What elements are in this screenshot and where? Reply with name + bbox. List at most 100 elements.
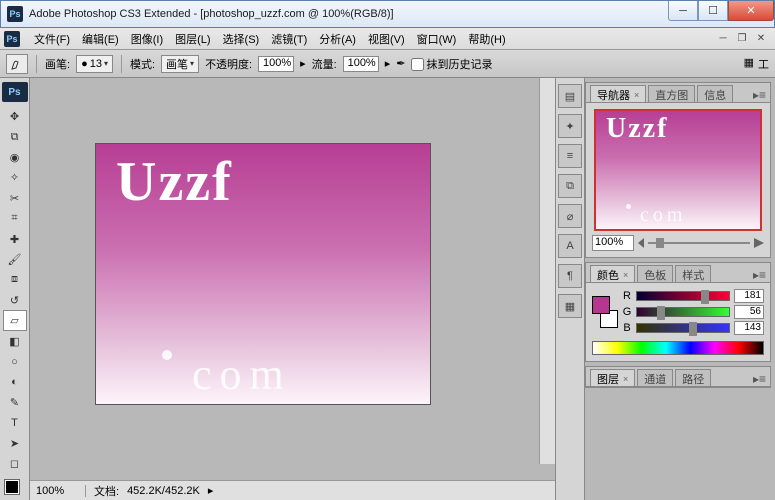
b-label: B bbox=[622, 322, 632, 334]
tab-paths[interactable]: 路径 bbox=[675, 369, 711, 386]
g-value[interactable]: 56 bbox=[734, 305, 764, 319]
brush-preset-dropdown[interactable]: ●13▾ bbox=[76, 55, 113, 73]
dock-btn-channels[interactable]: ⧉ bbox=[558, 174, 582, 198]
collapsed-dock: ▤ ✦ ≡ ⧉ ⌀ A ¶ ▦ bbox=[555, 78, 585, 500]
status-flyout-icon[interactable]: ▸ bbox=[208, 484, 214, 497]
menu-file[interactable]: 文件(F) bbox=[28, 28, 76, 50]
r-value[interactable]: 181 bbox=[734, 289, 764, 303]
navigator-zoom-slider[interactable] bbox=[648, 236, 750, 250]
opacity-flyout[interactable]: ▸ bbox=[300, 57, 306, 70]
eraser-tool[interactable]: ▱ bbox=[3, 310, 27, 331]
menu-filter[interactable]: 滤镜(T) bbox=[265, 28, 313, 50]
move-tool[interactable]: ✥ bbox=[3, 106, 27, 126]
tab-info[interactable]: 信息 bbox=[697, 85, 733, 102]
color-foreground-background[interactable] bbox=[592, 296, 618, 328]
child-restore-button[interactable]: ❐ bbox=[734, 32, 750, 46]
airbrush-icon[interactable]: ✒ bbox=[396, 57, 405, 70]
menu-layer[interactable]: 图层(L) bbox=[169, 28, 216, 50]
minimize-button[interactable]: ─ bbox=[668, 1, 698, 21]
tab-styles[interactable]: 样式 bbox=[675, 265, 711, 282]
zoom-out-icon[interactable] bbox=[638, 238, 644, 248]
r-label: R bbox=[622, 290, 632, 302]
canvas-viewport[interactable]: Uzzf com bbox=[30, 78, 555, 480]
gradient-tool[interactable]: ◧ bbox=[3, 331, 27, 351]
blur-tool[interactable]: ○ bbox=[3, 351, 27, 371]
color-spectrum[interactable] bbox=[592, 341, 764, 355]
color-menu-icon[interactable]: ▸≡ bbox=[753, 268, 770, 282]
maximize-button[interactable]: ☐ bbox=[698, 1, 728, 21]
opacity-input[interactable]: 100% bbox=[258, 56, 294, 72]
erase-history-checkbox[interactable]: 抹到历史记录 bbox=[411, 56, 492, 72]
g-label: G bbox=[622, 306, 632, 318]
toolbox: Ps ✥ ⧉ ◉ ✧ ✂ ⌗ ✚ 🖌 ⧈ ↺ ▱ ◧ ○ ◐ ✎ T ➤ ◻ bbox=[0, 78, 30, 500]
dodge-tool[interactable]: ◐ bbox=[3, 372, 27, 392]
dock-btn-para[interactable]: ¶ bbox=[558, 264, 582, 288]
lasso-tool[interactable]: ◉ bbox=[3, 147, 27, 167]
menu-analysis[interactable]: 分析(A) bbox=[313, 28, 362, 50]
mode-label: 模式: bbox=[130, 56, 155, 72]
tab-swatches[interactable]: 色板 bbox=[637, 265, 673, 282]
menu-help[interactable]: 帮助(H) bbox=[462, 28, 511, 50]
mode-dropdown[interactable]: 画笔▾ bbox=[161, 55, 199, 73]
pen-tool[interactable]: ✎ bbox=[3, 392, 27, 412]
layers-menu-icon[interactable]: ▸≡ bbox=[753, 372, 770, 386]
child-minimize-button[interactable]: ─ bbox=[715, 32, 731, 46]
canvas-dot bbox=[162, 350, 172, 360]
tab-layers[interactable]: 图层× bbox=[590, 369, 635, 386]
zoom-in-icon[interactable] bbox=[754, 238, 764, 248]
menu-image[interactable]: 图像(I) bbox=[125, 28, 169, 50]
tab-histogram[interactable]: 直方图 bbox=[648, 85, 695, 102]
tab-channels[interactable]: 通道 bbox=[637, 369, 673, 386]
flow-flyout[interactable]: ▸ bbox=[385, 57, 391, 70]
app-menu-icon[interactable]: Ps bbox=[4, 31, 20, 47]
color-swatches[interactable] bbox=[3, 478, 27, 500]
b-slider[interactable] bbox=[636, 323, 730, 333]
canvas[interactable]: Uzzf com bbox=[95, 143, 431, 405]
navigator-zoom-input[interactable]: 100% bbox=[592, 235, 634, 251]
marquee-tool[interactable]: ⧉ bbox=[3, 127, 27, 147]
crop-tool[interactable]: ✂ bbox=[3, 188, 27, 208]
menu-select[interactable]: 选择(S) bbox=[217, 28, 266, 50]
r-slider[interactable] bbox=[636, 291, 730, 301]
close-button[interactable]: ✕ bbox=[728, 1, 774, 21]
stamp-tool[interactable]: ⧈ bbox=[3, 270, 27, 290]
child-close-button[interactable]: ✕ bbox=[753, 32, 769, 46]
b-value[interactable]: 143 bbox=[734, 321, 764, 335]
dock-btn-text[interactable]: A bbox=[558, 234, 582, 258]
menu-bar: Ps 文件(F) 编辑(E) 图像(I) 图层(L) 选择(S) 滤镜(T) 分… bbox=[0, 28, 775, 50]
wand-tool[interactable]: ✧ bbox=[3, 168, 27, 188]
canvas-text-1: Uzzf bbox=[116, 150, 233, 214]
menu-view[interactable]: 视图(V) bbox=[362, 28, 411, 50]
shape-tool[interactable]: ◻ bbox=[3, 453, 27, 473]
dock-btn-misc[interactable]: ▦ bbox=[558, 294, 582, 318]
menu-edit[interactable]: 编辑(E) bbox=[76, 28, 125, 50]
flow-input[interactable]: 100% bbox=[343, 56, 379, 72]
document-area: Uzzf com 100% 文档: 452.2K/452.2K ▸ bbox=[30, 78, 555, 500]
dock-btn-tools[interactable]: ✦ bbox=[558, 114, 582, 138]
workspace-button[interactable]: 工 bbox=[758, 56, 769, 72]
g-slider[interactable] bbox=[636, 307, 730, 317]
tab-color[interactable]: 颜色× bbox=[590, 265, 635, 282]
dock-btn-layers[interactable]: ≡ bbox=[558, 144, 582, 168]
dock-btn-paths[interactable]: ⌀ bbox=[558, 204, 582, 228]
toolbox-header-icon[interactable]: Ps bbox=[2, 82, 28, 102]
doc-label: 文档: bbox=[94, 483, 119, 499]
navigator-thumbnail[interactable]: Uzzf com bbox=[594, 109, 762, 231]
canvas-text-2: com bbox=[192, 349, 292, 400]
active-tool-indicator[interactable] bbox=[6, 54, 28, 74]
path-select-tool[interactable]: ➤ bbox=[3, 433, 27, 453]
zoom-level[interactable]: 100% bbox=[36, 485, 86, 497]
brush-tool[interactable]: 🖌 bbox=[3, 249, 27, 269]
type-tool[interactable]: T bbox=[3, 413, 27, 433]
dock-btn-brushes[interactable]: ▤ bbox=[558, 84, 582, 108]
history-brush-tool[interactable]: ↺ bbox=[3, 290, 27, 310]
palette-well-icon[interactable]: ▦ bbox=[744, 56, 754, 72]
tab-navigator[interactable]: 导航器× bbox=[590, 85, 646, 102]
menu-window[interactable]: 窗口(W) bbox=[411, 28, 463, 50]
slice-tool[interactable]: ⌗ bbox=[3, 208, 27, 228]
layers-panel: 图层× 通道 路径 ▸≡ bbox=[585, 366, 771, 388]
navigator-menu-icon[interactable]: ▸≡ bbox=[753, 88, 770, 102]
vertical-scrollbar[interactable] bbox=[539, 78, 555, 464]
doc-size: 452.2K/452.2K bbox=[127, 485, 200, 497]
heal-tool[interactable]: ✚ bbox=[3, 229, 27, 249]
